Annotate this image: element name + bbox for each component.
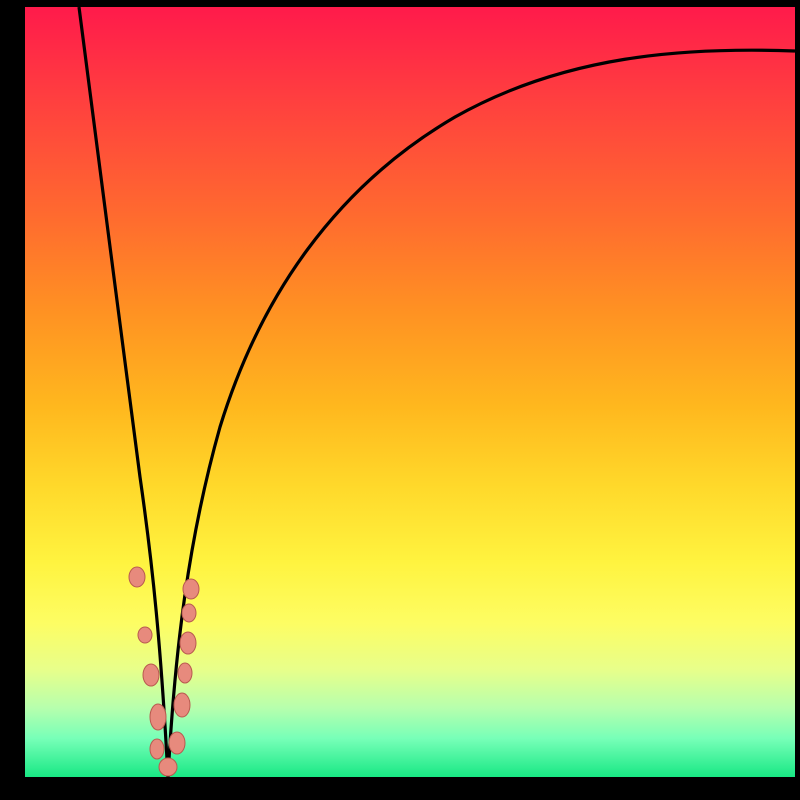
marker-dot bbox=[178, 663, 192, 683]
marker-dot bbox=[159, 758, 177, 776]
marker-dot bbox=[150, 704, 166, 730]
marker-dot bbox=[129, 567, 145, 587]
curve-left-branch bbox=[79, 7, 168, 777]
marker-dot bbox=[143, 664, 159, 686]
plot-area bbox=[25, 7, 795, 777]
marker-dot bbox=[180, 632, 196, 654]
marker-dot bbox=[150, 739, 164, 759]
marker-dot bbox=[183, 579, 199, 599]
marker-dot bbox=[169, 732, 185, 754]
marker-dot bbox=[138, 627, 152, 643]
bottleneck-curve bbox=[25, 7, 795, 777]
curve-right-branch bbox=[168, 50, 795, 777]
marker-group bbox=[129, 567, 199, 776]
marker-dot bbox=[182, 604, 196, 622]
marker-dot bbox=[174, 693, 190, 717]
